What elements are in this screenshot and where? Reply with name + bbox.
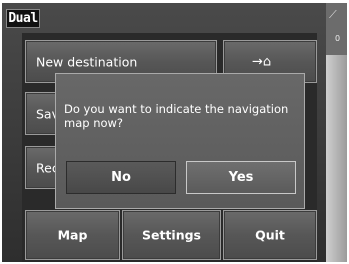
quit-label: Quit [255,227,285,243]
dialog-message: Do you want to indicate the navigation m… [64,102,289,130]
confirm-dialog: Do you want to indicate the navigation m… [55,73,305,209]
satellite-panel: ⟋ 0 [326,3,347,55]
new-destination-label: New destination [36,54,138,69]
home-icon: →⌂ [252,54,272,69]
settings-label: Settings [141,227,201,243]
quit-button[interactable]: Quit [223,210,317,260]
yes-button[interactable]: Yes [186,161,296,194]
map-button[interactable]: Map [25,210,120,260]
settings-button[interactable]: Settings [122,210,221,260]
status-sidebar: ⟋ 0 [326,3,347,262]
map-label: Map [57,227,88,243]
brand-logo: Dual [6,9,40,28]
device-screen: Dual ⟋ 0 New destination →⌂ Sav Rec Map … [2,3,347,262]
no-button[interactable]: No [66,161,176,194]
satellite-count: 0 [335,34,341,43]
satellite-icon: ⟋ [329,8,337,21]
